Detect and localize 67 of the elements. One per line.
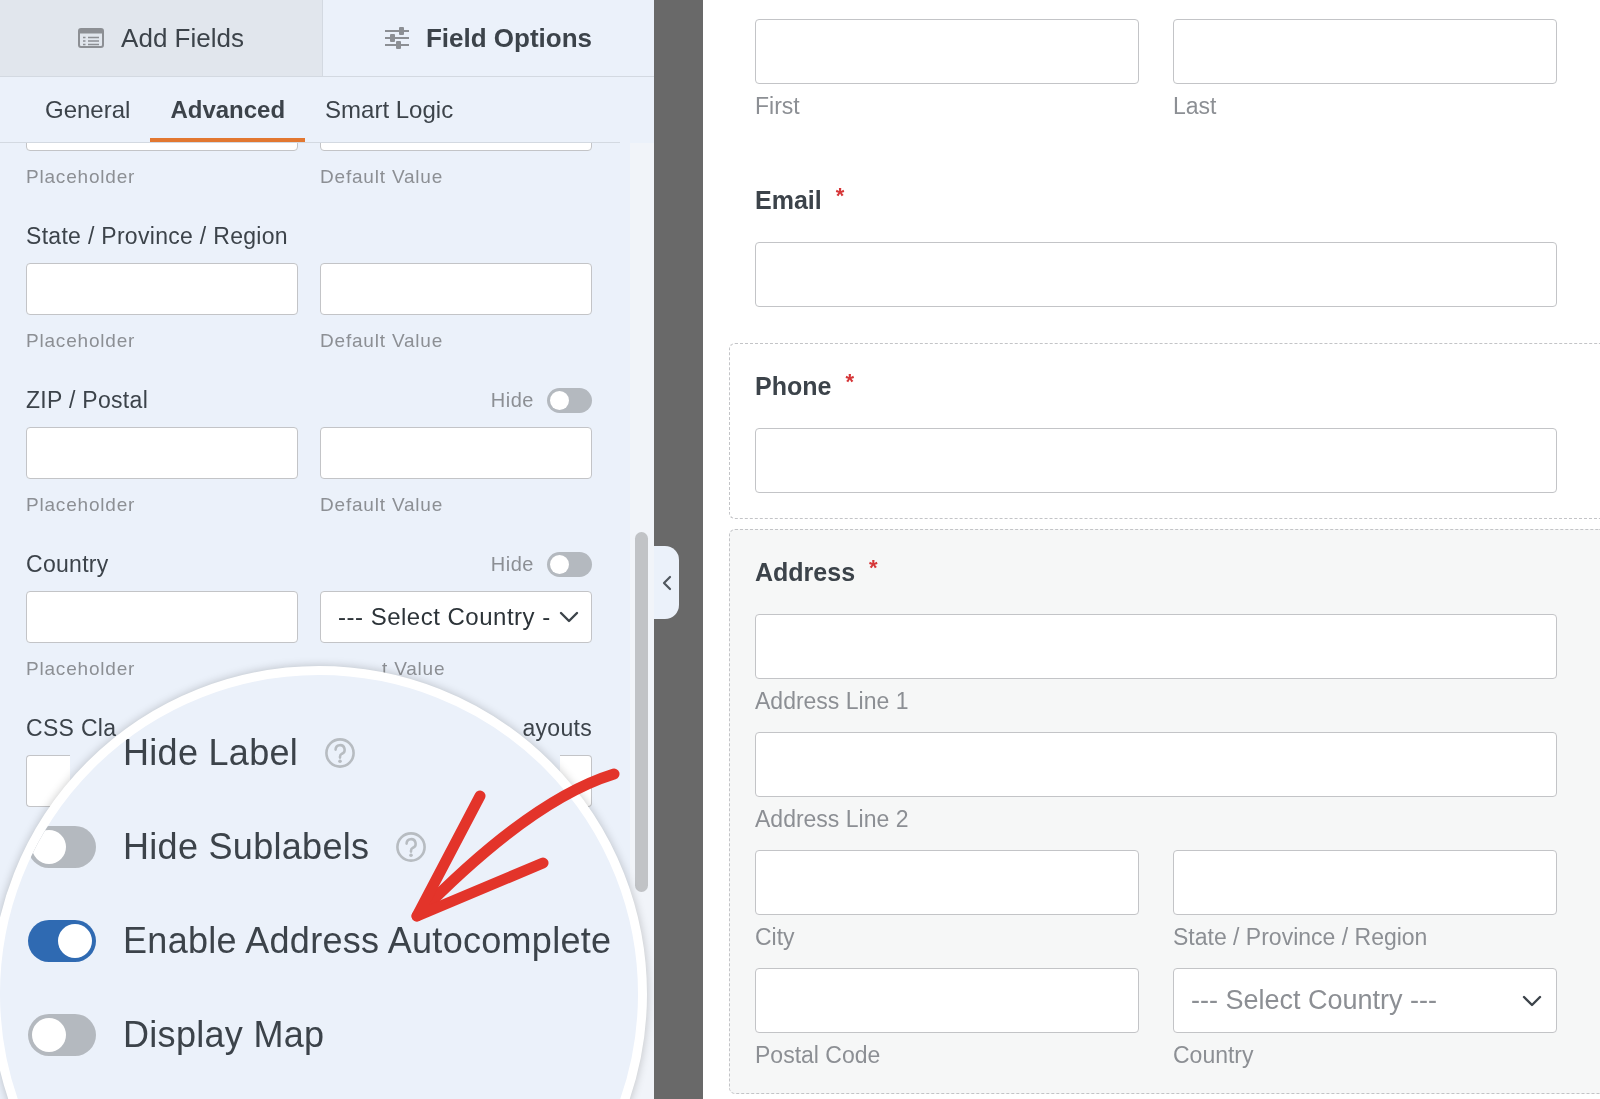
field-sublabel: Default Value — [320, 494, 444, 516]
input-field[interactable] — [755, 614, 1557, 679]
option-label: Display Map — [123, 1017, 325, 1053]
hide-label: Hide — [490, 388, 534, 412]
field-sublabel: Placeholder — [26, 166, 136, 188]
field-sublabel: Default Value — [320, 166, 444, 188]
chevron-down-icon — [1522, 994, 1542, 1007]
panel-tab[interactable]: Add Fields — [0, 0, 323, 76]
form-field[interactable]: Phone * — [729, 343, 1600, 519]
field-sublabel: Country — [1173, 1042, 1254, 1068]
required-mark: * — [869, 557, 878, 579]
field-sublabel: Address Line 2 — [755, 806, 909, 832]
field-label: Email — [755, 185, 822, 215]
toggle-switch[interactable] — [28, 920, 96, 962]
field-label: State / Province / Region — [26, 223, 288, 249]
input-field[interactable] — [755, 19, 1139, 84]
input-field[interactable] — [26, 591, 298, 643]
input-field[interactable] — [26, 755, 70, 807]
field-label: CSS Cla — [26, 715, 117, 741]
field-sublabel: State / Province / Region — [1173, 924, 1428, 950]
input-field[interactable] — [26, 427, 298, 479]
field-sublabel: First — [755, 93, 800, 119]
field-sublabel: Placeholder — [26, 330, 136, 352]
toggle-switch[interactable] — [28, 1014, 96, 1056]
field-label: ayouts — [522, 715, 592, 741]
field-sublabel: Last — [1173, 93, 1217, 119]
toggle-switch[interactable] — [547, 551, 592, 577]
help-icon[interactable] — [396, 832, 427, 862]
input-field[interactable] — [755, 850, 1139, 915]
input-field[interactable] — [1173, 19, 1557, 84]
input-field[interactable] — [1173, 850, 1557, 915]
options-tab[interactable]: Smart Logic — [305, 77, 474, 142]
list-icon — [78, 28, 105, 48]
chevron-left-icon — [661, 574, 672, 591]
options-tab[interactable]: General — [25, 77, 151, 142]
required-mark: * — [835, 185, 845, 207]
field-label: ZIP / Postal — [26, 387, 149, 413]
field-sublabel: Placeholder — [26, 658, 136, 680]
field-sublabel: Address Line 1 — [755, 688, 909, 714]
chevron-down-icon — [558, 611, 579, 623]
input-field[interactable] — [755, 968, 1139, 1033]
input-field[interactable] — [320, 427, 592, 479]
field-sublabel: City — [755, 924, 795, 950]
form-field[interactable]: Address * Address Line 1 Address Line 2 City State / Province / Region Postal Code --- Select Country --- Country — [729, 529, 1600, 1094]
option-label: Enable Address Autocomplete — [123, 923, 612, 959]
required-mark: * — [845, 371, 854, 393]
hide-label: Hide — [490, 552, 534, 576]
option-label: Hide Sublabels — [123, 829, 370, 865]
field-sublabel: Placeholder — [26, 494, 136, 516]
option-label: Hide Label — [123, 735, 299, 771]
scrollbar-thumb[interactable] — [635, 532, 648, 892]
input-field[interactable] — [755, 732, 1557, 797]
collapse-button[interactable] — [654, 546, 679, 619]
help-icon[interactable] — [325, 738, 356, 768]
toggle-switch[interactable] — [547, 387, 592, 413]
field-label: Address — [755, 557, 856, 587]
input-field[interactable] — [320, 263, 592, 315]
form-field[interactable]: Email * — [729, 157, 1600, 333]
field-label: Country — [26, 551, 109, 577]
input-field[interactable] — [755, 242, 1557, 307]
select-field[interactable]: --- Select Country - — [320, 591, 592, 643]
field-label: Phone — [755, 371, 832, 401]
field-sublabel: Default Value — [320, 330, 444, 352]
input-field[interactable] — [26, 263, 298, 315]
input-field[interactable] — [755, 428, 1557, 493]
sliders-icon — [384, 27, 409, 49]
field-sublabel: Postal Code — [755, 1042, 881, 1068]
